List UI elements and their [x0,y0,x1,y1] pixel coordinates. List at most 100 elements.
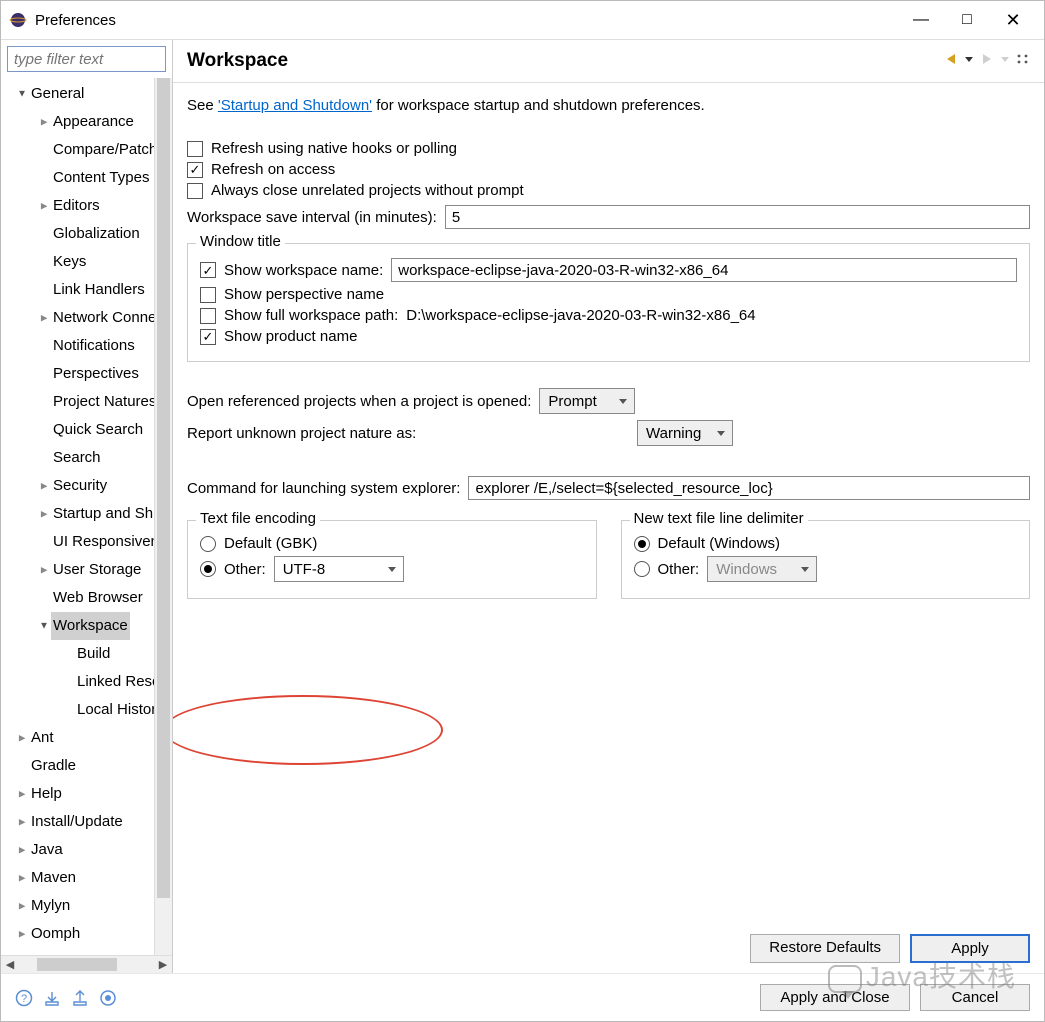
startup-shutdown-link[interactable]: 'Startup and Shutdown' [218,97,372,114]
save-interval-input[interactable] [445,205,1030,229]
show-persp-checkbox[interactable] [200,287,216,303]
delim-other-radio[interactable] [634,561,650,577]
show-product-label: Show product name [224,328,357,345]
tree-item[interactable]: ▶Security [3,472,154,500]
tree-item[interactable]: ▶User Storage [3,556,154,584]
page-nav-icons [944,52,1030,70]
tree-horizontal-scrollbar[interactable]: ◀ ▶ [1,955,172,973]
delim-default-radio[interactable] [634,536,650,552]
report-nature-select[interactable]: Warning [637,420,733,446]
tree-item[interactable]: Content Types [3,164,154,192]
help-icon[interactable]: ? [15,989,33,1007]
tree-item[interactable]: Project Natures [3,388,154,416]
forward-menu-icon[interactable] [998,52,1012,70]
chevron-right-icon[interactable]: ▶ [17,728,28,748]
encoding-other-radio[interactable] [200,561,216,577]
tree-item-label: Compare/Patch [51,136,154,164]
chevron-right-icon[interactable]: ▶ [17,784,28,804]
refresh-access-checkbox[interactable]: ✓ [187,162,203,178]
tree-item-label: Editors [51,192,102,220]
import-icon[interactable] [43,989,61,1007]
restore-defaults-button[interactable]: Restore Defaults [750,934,900,963]
refresh-native-checkbox[interactable] [187,141,203,157]
tree-item[interactable]: Link Handlers [3,276,154,304]
apply-and-close-button[interactable]: Apply and Close [760,984,910,1011]
chevron-right-icon[interactable]: ▶ [39,196,50,216]
encoding-other-label: Other: [224,561,266,578]
tree-item[interactable]: Perspectives [3,360,154,388]
open-referenced-select[interactable]: Prompt [539,388,635,414]
tree-item[interactable]: ▶Editors [3,192,154,220]
filter-input[interactable] [7,46,166,72]
tree-item[interactable]: ▶Java [3,836,154,864]
intro-text: See 'Startup and Shutdown' for workspace… [187,97,1030,114]
record-icon[interactable] [99,989,117,1007]
chevron-right-icon[interactable]: ▶ [39,504,50,524]
tree-item[interactable]: Local History [3,696,154,724]
show-full-path-checkbox[interactable] [200,308,216,324]
tree-item-label: Oomph [29,920,82,948]
chevron-right-icon[interactable]: ▶ [39,560,50,580]
line-delimiter-group: New text file line delimiter Default (Wi… [621,520,1031,599]
tree-item[interactable]: ▶Ant [3,724,154,752]
back-icon[interactable] [944,52,958,70]
encoding-default-radio[interactable] [200,536,216,552]
full-path-value: D:\workspace-eclipse-java-2020-03-R-win3… [406,307,755,324]
chevron-right-icon[interactable]: ▶ [17,896,28,916]
tree-item[interactable]: ▶Help [3,780,154,808]
tree-item[interactable]: ▶Appearance [3,108,154,136]
chevron-right-icon[interactable]: ▶ [17,840,28,860]
explorer-cmd-input[interactable] [468,476,1030,500]
tree-item-label: Local History [75,696,154,724]
tree-item[interactable]: Keys [3,248,154,276]
tree-item[interactable]: Search [3,444,154,472]
minimize-button[interactable]: — [898,5,944,35]
chevron-right-icon[interactable]: ▶ [17,868,28,888]
tree-item[interactable]: Gradle [3,752,154,780]
tree-item[interactable]: ▶Install/Update [3,808,154,836]
tree-item[interactable]: ▶Network Connections [3,304,154,332]
forward-icon[interactable] [980,52,994,70]
tree-item[interactable]: UI Responsiveness [3,528,154,556]
tree-item[interactable]: Compare/Patch [3,136,154,164]
show-ws-name-checkbox[interactable]: ✓ [200,262,216,278]
chevron-right-icon[interactable]: ▶ [39,476,50,496]
chevron-down-icon[interactable]: ▼ [16,82,29,105]
tree-item[interactable]: ▼Workspace [3,612,154,640]
export-icon[interactable] [71,989,89,1007]
apply-button[interactable]: Apply [910,934,1030,963]
chevron-right-icon[interactable]: ▶ [39,112,50,132]
encoding-select[interactable]: UTF-8 [274,556,404,582]
maximize-button[interactable]: □ [944,5,990,35]
close-unrelated-checkbox[interactable] [187,183,203,199]
show-product-checkbox[interactable]: ✓ [200,329,216,345]
tree-item[interactable]: ▼General [3,80,154,108]
tree-vertical-scrollbar[interactable] [154,78,172,955]
chevron-right-icon[interactable]: ▶ [39,308,50,328]
tree-item[interactable]: Globalization [3,220,154,248]
delim-legend: New text file line delimiter [630,510,808,527]
eclipse-icon [9,11,27,29]
tree-item[interactable]: ▶Oomph [3,920,154,948]
preference-tree[interactable]: ▼General▶AppearanceCompare/PatchContent … [1,78,154,955]
tree-item[interactable]: ▶Mylyn [3,892,154,920]
chevron-down-icon[interactable]: ▼ [38,614,51,637]
tree-item[interactable]: Build [3,640,154,668]
tree-item[interactable]: Web Browser [3,584,154,612]
chevron-right-icon[interactable]: ▶ [17,924,28,944]
tree-item[interactable]: ▶Maven [3,864,154,892]
tree-item[interactable]: Linked Resources [3,668,154,696]
menu-icon[interactable] [1016,52,1030,70]
tree-item[interactable]: Quick Search [3,416,154,444]
close-button[interactable]: ✕ [990,5,1036,35]
main-panel: Workspace See 'Startup and Shutdown' for… [173,40,1044,973]
chevron-right-icon[interactable]: ▶ [17,812,28,832]
cancel-button[interactable]: Cancel [920,984,1030,1011]
tree-item[interactable]: Notifications [3,332,154,360]
tree-item-label: Keys [51,248,88,276]
back-menu-icon[interactable] [962,52,976,70]
save-interval-label: Workspace save interval (in minutes): [187,209,437,226]
tree-item[interactable]: ▶Startup and Shutdown [3,500,154,528]
ws-name-input[interactable] [391,258,1017,282]
tree-item-label: Mylyn [29,892,72,920]
